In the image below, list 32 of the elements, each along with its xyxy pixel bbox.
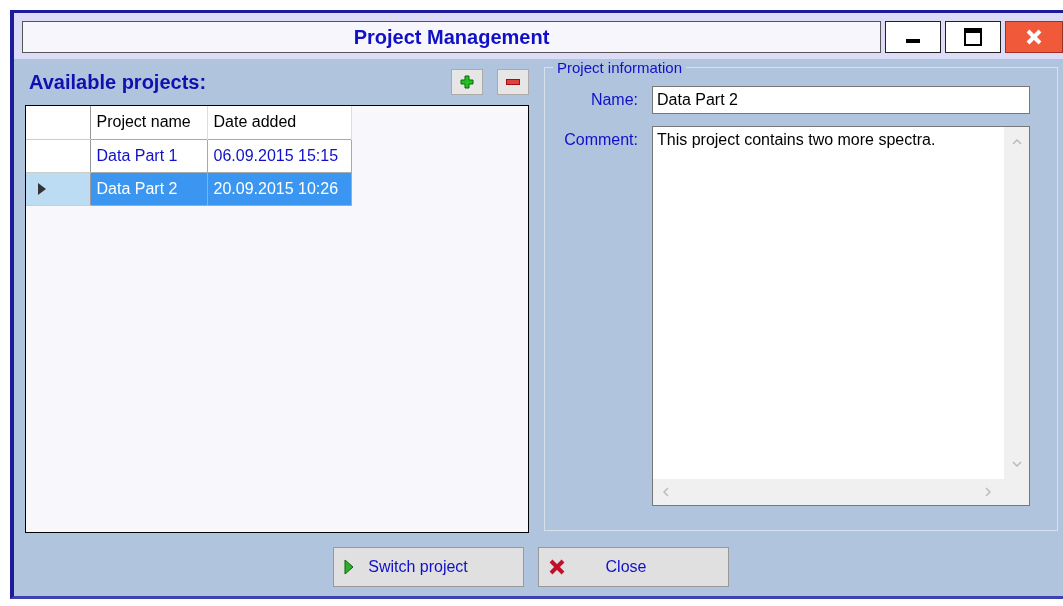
switch-button[interactable]: Switch project [332, 547, 524, 587]
current-row-icon [38, 182, 46, 195]
down-chevron-icon [1011, 461, 1022, 467]
up-chevron-icon [1011, 139, 1022, 145]
minus-icon [506, 79, 520, 85]
project-grid[interactable]: Project name Date added Data Part 1 06.09.2015 15:15 Data Part 2 20.09.2015 10:26 [25, 105, 529, 533]
row-header[interactable] [26, 172, 90, 205]
column-header[interactable]: Project name [90, 106, 207, 139]
maximize-button[interactable] [945, 21, 1001, 53]
window-title: Project Management [22, 21, 881, 53]
field-label: Comment: [563, 130, 638, 149]
minimize-icon [906, 39, 920, 43]
right-chevron-icon [985, 487, 991, 497]
minimize-button[interactable] [885, 21, 941, 53]
plus-icon [460, 75, 474, 89]
close-button[interactable] [1005, 21, 1063, 53]
left-chevron-icon [663, 487, 669, 497]
table-cell[interactable]: 06.09.2015 15:15 [207, 139, 351, 172]
close-button[interactable]: Close [537, 547, 729, 587]
remove-button[interactable] [497, 69, 529, 95]
add-button[interactable] [451, 69, 483, 95]
close-icon [1025, 28, 1043, 46]
column-header[interactable]: Date added [207, 106, 351, 139]
cross-icon [548, 559, 565, 575]
field-label: Name: [589, 90, 638, 109]
name-field[interactable]: Data Part 2 [652, 86, 1030, 114]
play-icon [343, 559, 354, 575]
panel-title: Available projects: [28, 70, 207, 94]
group-title: Project information [556, 59, 684, 76]
header-cell [26, 106, 90, 139]
table-cell[interactable]: Data Part 1 [90, 139, 207, 172]
maximize-icon [963, 27, 983, 47]
